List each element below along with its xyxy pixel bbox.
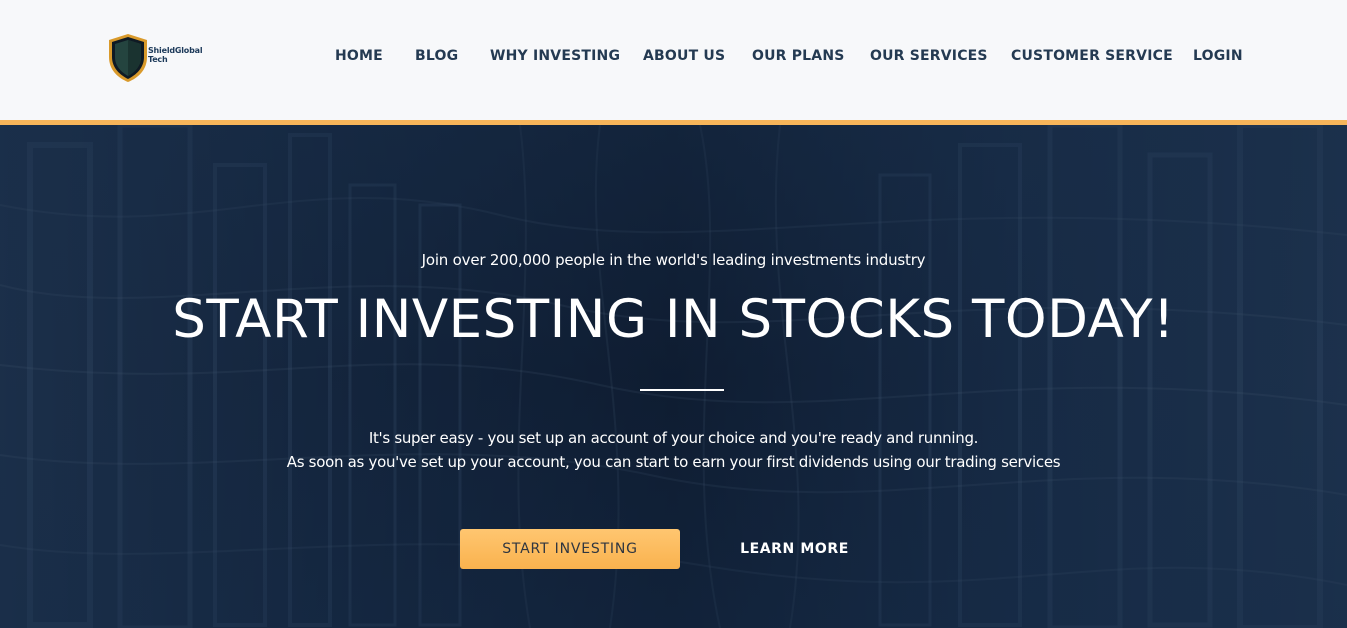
learn-more-button[interactable]: LEARN MORE xyxy=(712,529,877,569)
nav-item-blog[interactable]: BLOG xyxy=(415,48,458,64)
nav-item-our-plans[interactable]: OUR PLANS xyxy=(752,48,845,64)
hero-divider xyxy=(640,389,724,391)
hero-description-line-2: As soon as you've set up your account, y… xyxy=(286,453,1061,471)
hero-tagline: Join over 200,000 people in the world's … xyxy=(421,251,926,269)
hero-headline: START INVESTING IN STOCKS TODAY! xyxy=(172,289,1175,350)
nav-item-customer-service[interactable]: CUSTOMER SERVICE xyxy=(1011,48,1173,64)
start-investing-button[interactable]: START INVESTING xyxy=(460,529,680,569)
site-header: ShieldGlobal Tech HOME BLOG WHY INVESTIN… xyxy=(0,0,1347,120)
shield-logo-icon xyxy=(109,34,147,82)
brand-name: ShieldGlobal Tech xyxy=(148,46,203,64)
nav-item-home[interactable]: HOME xyxy=(335,48,383,64)
hero-description: It's super easy - you set up an account … xyxy=(0,426,1347,474)
site-logo[interactable]: ShieldGlobal Tech xyxy=(107,32,217,84)
nav-item-about-us[interactable]: ABOUT US xyxy=(643,48,725,64)
brand-line-2: Tech xyxy=(148,55,168,64)
nav-item-login[interactable]: LOGIN xyxy=(1193,48,1243,64)
hero-section: Join over 200,000 people in the world's … xyxy=(0,125,1347,628)
hero-description-line-1: It's super easy - you set up an account … xyxy=(368,429,979,447)
nav-item-why-investing[interactable]: WHY INVESTING xyxy=(490,48,620,64)
brand-line-1: ShieldGlobal xyxy=(148,46,203,55)
nav-item-our-services[interactable]: OUR SERVICES xyxy=(870,48,988,64)
